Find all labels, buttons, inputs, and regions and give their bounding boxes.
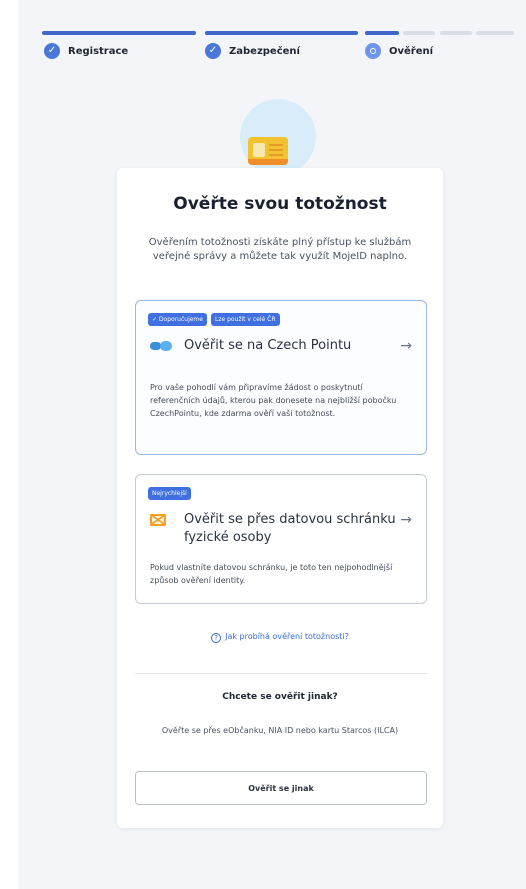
- page-title: Ověřte svou totožnost: [173, 194, 387, 214]
- option-header: Ověřit se přes datovou schránku fyzické …: [150, 511, 412, 547]
- option-title: Ověřit se na Czech Pointu: [184, 338, 352, 353]
- option-description: Pokud vlastníte datovou schránku, je tot…: [150, 563, 393, 585]
- arrow-right-icon: →: [400, 512, 412, 528]
- step-progress-bar-remaining: [440, 31, 472, 35]
- fastest-badge: Nejrychlejší: [148, 487, 191, 500]
- option-czech-point[interactable]: ✓ Doporučujeme Lze použít v celé ČR Ověř…: [135, 300, 427, 455]
- step-progress-bar-remaining: [476, 31, 514, 35]
- option-header: Ověřit se na Czech Pointu →: [150, 337, 412, 355]
- intro-text: Ověřením totožnosti získáte plný přístup…: [148, 237, 412, 262]
- recommended-badge: ✓ Doporučujeme: [148, 313, 207, 326]
- step-progress-bar-registration: [42, 31, 196, 35]
- check-icon: ✓: [205, 43, 221, 59]
- check-icon: ✓: [44, 43, 60, 59]
- data-box-icon: [150, 512, 176, 528]
- step-label: Registrace: [68, 45, 129, 57]
- availability-badge: Lze použít v celé ČR: [210, 313, 280, 326]
- czech-point-icon: [150, 338, 176, 354]
- option-data-box[interactable]: Nejrychlejší Ověřit se přes datovou schr…: [135, 474, 427, 604]
- step-progress-bar-verification: [365, 31, 399, 35]
- step-security: ✓ Zabezpečení: [205, 43, 300, 59]
- step-label: Zabezpečení: [229, 45, 300, 57]
- step-progress-bar-security: [205, 31, 358, 35]
- alternative-title: Chcete se ověřit jinak?: [222, 692, 338, 702]
- option-badges: Nejrychlejší: [148, 487, 191, 500]
- question-icon: ?: [211, 633, 222, 643]
- step-progress-bar-remaining: [403, 31, 435, 35]
- option-title: Ověřit se přes datovou schránku fyzické …: [184, 512, 396, 545]
- option-description: Pro vaše pohodlí vám připravíme žádost o…: [150, 383, 397, 418]
- verify-otherwise-button[interactable]: Ověřit se jinak: [135, 771, 427, 805]
- option-badges: ✓ Doporučujeme Lze použít v celé ČR: [148, 313, 280, 326]
- step-registration: ✓ Registrace: [44, 43, 128, 59]
- alternative-description: Ověřte se přes eObčanku, NIA ID nebo kar…: [161, 726, 399, 735]
- verification-card: Ověřte svou totožnost Ověřením totožnost…: [117, 168, 443, 828]
- help-link-text: Jak probíhá ověření totožnosti?: [225, 632, 349, 641]
- progress-stepper: ✓ Registrace ✓ Zabezpečení Ověření: [42, 31, 514, 61]
- id-card-icon: [248, 137, 288, 165]
- step-verification: Ověření: [365, 43, 433, 59]
- arrow-right-icon: →: [400, 338, 412, 354]
- divider: [135, 673, 427, 674]
- current-step-icon: [365, 43, 381, 59]
- verification-help-link[interactable]: ? Jak probíhá ověření totožnosti?: [117, 632, 443, 643]
- step-label: Ověření: [389, 45, 434, 57]
